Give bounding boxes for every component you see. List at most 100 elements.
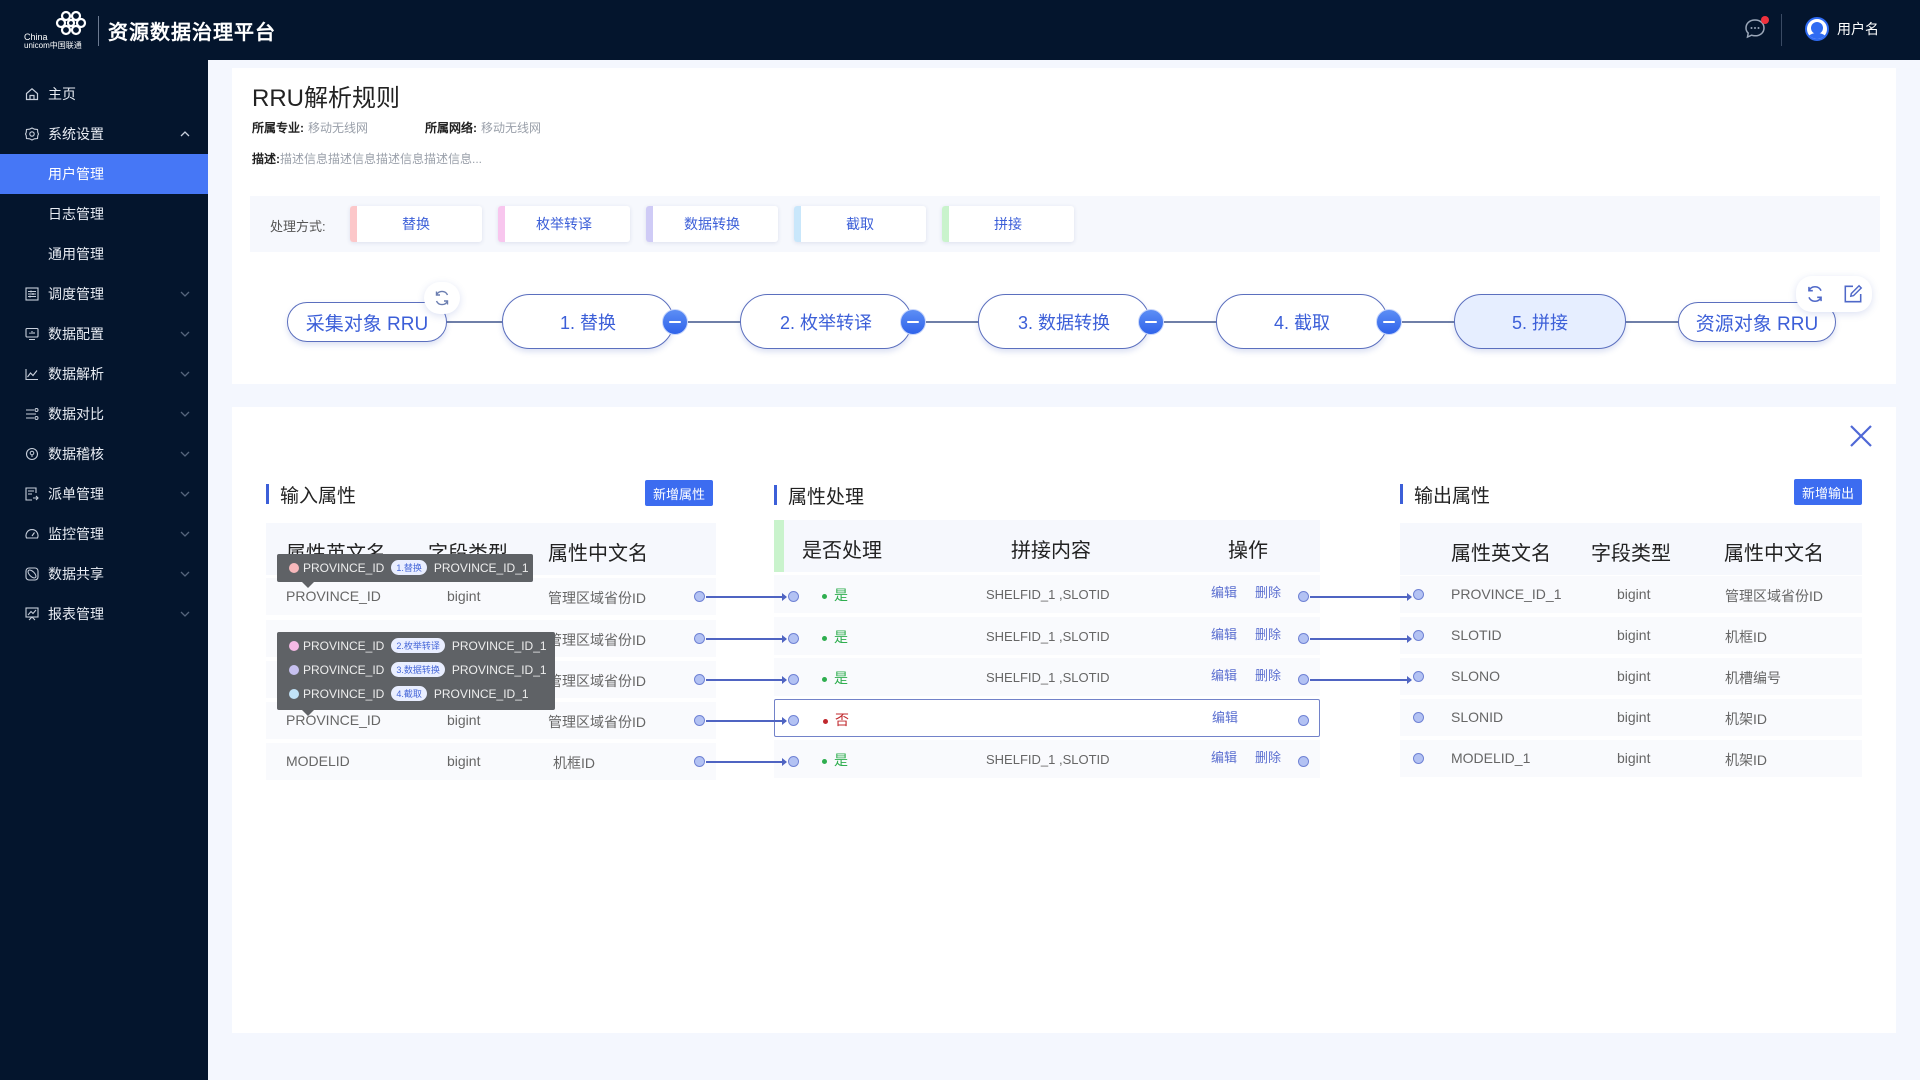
network-label: 所属网络: [425, 121, 477, 135]
china-unicom-logo: China unicom中国联通 [22, 10, 92, 50]
process-output-port[interactable] [1298, 591, 1309, 602]
flow-step-4[interactable]: 4. 截取 [1216, 294, 1388, 349]
sidebar-item-data-compare[interactable]: 数据对比 [0, 394, 208, 434]
remove-step-1-button[interactable] [662, 309, 688, 335]
sidebar-item-data-parsing[interactable]: 数据解析 [0, 354, 208, 394]
process-table-row[interactable]: 是 SHELFID_1 ,SLOTID 编辑 删除 [774, 740, 1320, 778]
sidebar-item-data-config[interactable]: 数据配置 [0, 314, 208, 354]
process-input-port[interactable] [788, 756, 799, 767]
process-table-row[interactable]: 是 SHELFID_1 ,SLOTID 编辑 删除 [774, 658, 1320, 696]
source-field: PROVINCE_ID [303, 560, 385, 575]
edit-link[interactable]: 编辑 [1211, 624, 1237, 643]
process-table-row[interactable]: 是 SHELFID_1 ,SLOTID 编辑 删除 [774, 617, 1320, 655]
sidebar-item-dispatch[interactable]: 派单管理 [0, 474, 208, 514]
input-connector-port[interactable] [694, 633, 705, 644]
edit-link[interactable]: 编辑 [1211, 747, 1237, 766]
network-value: 移动无线网 [481, 121, 542, 135]
sidebar-item-data-sharing[interactable]: 数据共享 [0, 554, 208, 594]
method-replace-button[interactable]: 替换 [350, 206, 482, 242]
process-output-port[interactable] [1298, 674, 1309, 685]
status-dot [822, 635, 827, 641]
process-output-port[interactable] [1298, 715, 1309, 726]
input-table-row[interactable]: PROVINCE_ID bigint 管理区域省份ID [266, 578, 716, 615]
sidebar-item-monitoring[interactable]: 监控管理 [0, 514, 208, 554]
method-enum-translate-button[interactable]: 枚举转译 [498, 206, 630, 242]
sidebar-item-label: 派单管理 [48, 486, 104, 502]
add-output-button[interactable]: 新增输出 [1794, 479, 1862, 505]
process-input-port[interactable] [788, 591, 799, 602]
sidebar-item-system-settings[interactable]: 系统设置 [0, 114, 208, 154]
sidebar-item-user-management[interactable]: 用户管理 [0, 154, 208, 194]
edit-link[interactable]: 编辑 [1212, 707, 1238, 726]
flow-source-node[interactable]: 采集对象 RRU [287, 302, 447, 342]
process-output-port[interactable] [1298, 633, 1309, 644]
sidebar-item-reports[interactable]: 报表管理 [0, 594, 208, 634]
output-table-row[interactable]: SLONO bigint 机槽编号 [1400, 658, 1862, 695]
output-table-row[interactable]: PROVINCE_ID_1 bigint 管理区域省份ID [1400, 576, 1862, 613]
remove-step-2-button[interactable] [900, 309, 926, 335]
output-connector-port[interactable] [1413, 712, 1424, 723]
output-connector-port[interactable] [1413, 671, 1424, 682]
edit-icon[interactable] [1842, 283, 1864, 305]
method-badge: 2.枚举转译 [391, 638, 445, 653]
process-to-output-link [1310, 635, 1412, 643]
schedule-icon [25, 287, 39, 301]
process-input-port[interactable] [788, 633, 799, 644]
sidebar-item-label: 数据解析 [48, 366, 104, 382]
concat-content: SHELFID_1 ,SLOTID [986, 587, 1110, 602]
chevron-down-icon [180, 371, 190, 377]
method-concat-button[interactable]: 拼接 [942, 206, 1074, 242]
output-connector-port[interactable] [1413, 630, 1424, 641]
remove-step-3-button[interactable] [1138, 309, 1164, 335]
remove-step-4-button[interactable] [1376, 309, 1402, 335]
delete-link[interactable]: 删除 [1255, 665, 1281, 684]
input-connector-port[interactable] [694, 674, 705, 685]
method-color-dot [289, 688, 299, 699]
output-connector-port[interactable] [1413, 589, 1424, 600]
flow-step-1[interactable]: 1. 替换 [502, 294, 674, 349]
method-color-dot [289, 664, 299, 675]
close-icon[interactable] [1847, 422, 1875, 450]
input-connector-port[interactable] [694, 756, 705, 767]
input-connector-port[interactable] [694, 715, 705, 726]
flow-step-3[interactable]: 3. 数据转换 [978, 294, 1150, 349]
column-header: 属性中文名 [548, 543, 648, 565]
method-data-convert-button[interactable]: 数据转换 [646, 206, 778, 242]
flow-step-2[interactable]: 2. 枚举转译 [740, 294, 912, 349]
output-table-row[interactable]: SLOTID bigint 机框ID [1400, 617, 1862, 654]
refresh-icon[interactable] [1804, 283, 1826, 305]
delete-link[interactable]: 删除 [1255, 582, 1281, 601]
attribute-en-name: PROVINCE_ID [286, 588, 381, 604]
source-refresh-button[interactable] [424, 282, 460, 314]
sidebar-item-data-audit[interactable]: 数据稽核 [0, 434, 208, 474]
method-substring-button[interactable]: 截取 [794, 206, 926, 242]
delete-link[interactable]: 删除 [1255, 747, 1281, 766]
process-table-row[interactable]: 否 编辑 [774, 699, 1320, 737]
process-input-port[interactable] [788, 715, 799, 726]
process-input-port[interactable] [788, 674, 799, 685]
top-bar: China unicom中国联通 资源数据治理平台 用户名 [0, 0, 1920, 60]
attribute-cn-name: 管理区域省份ID [548, 714, 646, 730]
processed-value: 否 [835, 712, 849, 728]
process-output-port[interactable] [1298, 756, 1309, 767]
input-attributes-title: 输入属性 [266, 481, 356, 508]
flow-step-5[interactable]: 5. 拼接 [1454, 294, 1626, 349]
concat-content: SHELFID_1 ,SLOTID [986, 752, 1110, 767]
input-connector-port[interactable] [694, 591, 705, 602]
process-table-row[interactable]: 是 SHELFID_1 ,SLOTID 编辑 删除 [774, 575, 1320, 613]
output-connector-port[interactable] [1413, 753, 1424, 764]
delete-link[interactable]: 删除 [1255, 624, 1281, 643]
output-table-row[interactable]: MODELID_1 bigint 机架ID [1400, 740, 1862, 777]
edit-link[interactable]: 编辑 [1211, 665, 1237, 684]
input-table-row[interactable]: MODELID bigint 机框ID [266, 743, 716, 780]
sidebar-item-scheduling[interactable]: 调度管理 [0, 274, 208, 314]
sidebar-item-home[interactable]: 主页 [0, 74, 208, 114]
output-table-row[interactable]: SLONID bigint 机架ID [1400, 699, 1862, 736]
user-menu[interactable]: 用户名 [1805, 17, 1879, 41]
sidebar-item-log-management[interactable]: 日志管理 [0, 194, 208, 234]
add-attribute-button[interactable]: 新增属性 [645, 480, 713, 506]
edit-link[interactable]: 编辑 [1211, 582, 1237, 601]
processed-status: 否 [823, 710, 849, 730]
messages-button[interactable] [1744, 16, 1769, 40]
sidebar-item-general-management[interactable]: 通用管理 [0, 234, 208, 274]
